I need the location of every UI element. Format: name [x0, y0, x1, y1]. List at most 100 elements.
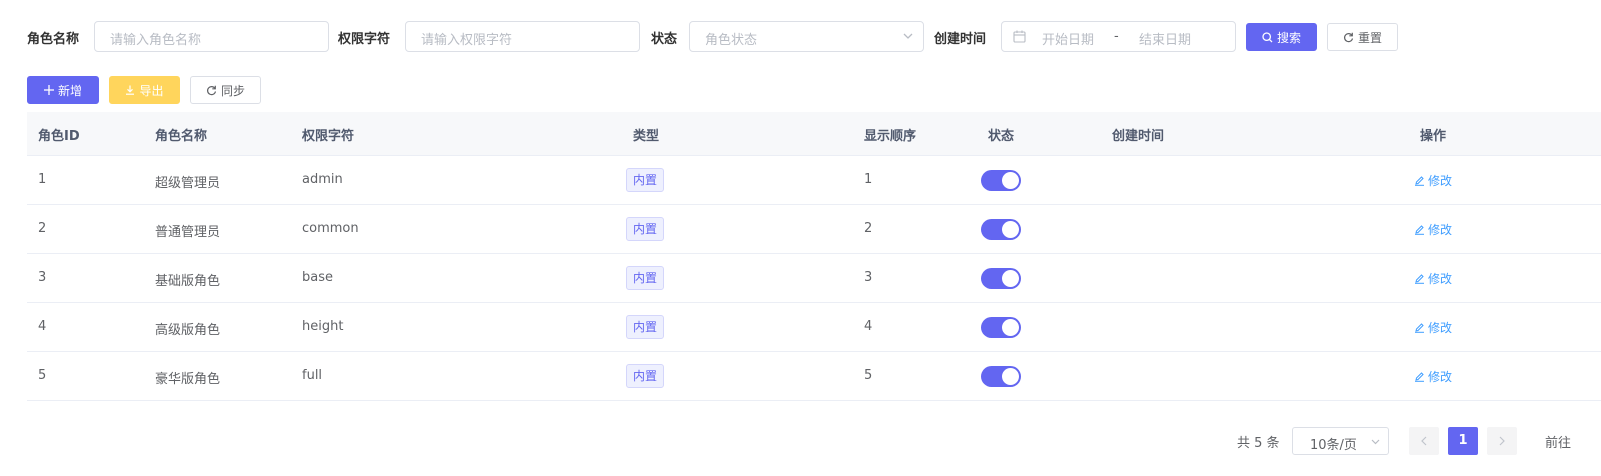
cell-role-id: 3: [38, 270, 47, 285]
edit-button-label: 修改: [1428, 223, 1453, 237]
start-date-input[interactable]: 开始日期: [1042, 29, 1094, 48]
reset-button-label: 重置: [1357, 30, 1382, 45]
goto-label: 前往: [1545, 436, 1572, 451]
toggle-knob: [1002, 172, 1019, 189]
perm-key-label: 权限字符: [338, 32, 391, 47]
plus-icon: [43, 85, 54, 95]
refresh-icon: [207, 85, 217, 95]
cell-sort: 4: [864, 319, 873, 334]
chevron-right-icon: [1499, 436, 1505, 446]
add-button-label: 新增: [57, 83, 82, 98]
search-button-label: 搜索: [1276, 30, 1301, 45]
status-select[interactable]: 角色状态: [689, 21, 924, 52]
edit-button-label: 修改: [1428, 321, 1453, 335]
search-icon: [1262, 31, 1273, 42]
status-toggle[interactable]: [981, 366, 1021, 387]
status-toggle[interactable]: [981, 268, 1021, 289]
status-select-placeholder: 角色状态: [705, 33, 758, 48]
add-button[interactable]: 新增: [27, 76, 99, 104]
cell-role-id: 4: [38, 319, 47, 334]
next-page-button[interactable]: [1487, 427, 1517, 455]
cell-sort: 2: [864, 221, 873, 236]
table-row: 5 豪华版角色 full 内置 5 修改: [27, 352, 1601, 401]
chevron-left-icon: [1421, 436, 1427, 446]
table-header: 角色ID 角色名称 权限字符 类型 显示顺序 状态 创建时间 操作: [27, 112, 1601, 156]
reset-button[interactable]: 重置: [1327, 23, 1398, 51]
edit-button[interactable]: 修改: [1414, 270, 1452, 287]
edit-button[interactable]: 修改: [1414, 172, 1452, 189]
export-button-label: 导出: [139, 83, 164, 98]
page-size-value: 10条/页: [1310, 438, 1357, 453]
status-toggle[interactable]: [981, 317, 1021, 338]
edit-button-label: 修改: [1428, 272, 1453, 286]
edit-icon: [1415, 372, 1424, 382]
table-row: 1 超级管理员 admin 内置 1 修改: [27, 156, 1601, 205]
page-number-current[interactable]: 1: [1448, 427, 1478, 455]
header-role-id: 角色ID: [38, 129, 80, 144]
cell-role-id: 1: [38, 172, 47, 187]
cell-role-name: 普通管理员: [155, 225, 221, 240]
download-icon: [126, 85, 135, 95]
search-button[interactable]: 搜索: [1246, 23, 1317, 51]
status-label: 状态: [651, 32, 678, 47]
edit-button[interactable]: 修改: [1414, 368, 1452, 385]
cell-perm-key: base: [302, 270, 333, 285]
edit-button-label: 修改: [1428, 370, 1453, 384]
table-row: 3 基础版角色 base 内置 3 修改: [27, 254, 1601, 303]
table-row: 4 高级版角色 height 内置 4 修改: [27, 303, 1601, 352]
perm-key-input[interactable]: 请输入权限字符: [405, 21, 640, 52]
page-size-select[interactable]: 10条/页: [1292, 427, 1389, 455]
chevron-down-icon: [903, 33, 913, 39]
cell-perm-key: common: [302, 221, 359, 236]
sync-button[interactable]: 同步: [190, 76, 261, 104]
toggle-knob: [1002, 270, 1019, 287]
end-date-input[interactable]: 结束日期: [1139, 29, 1191, 48]
header-status: 状态: [988, 129, 1015, 144]
status-toggle[interactable]: [981, 170, 1021, 191]
edit-icon: [1415, 323, 1424, 333]
prev-page-button[interactable]: [1409, 427, 1439, 455]
export-button[interactable]: 导出: [109, 76, 180, 104]
toggle-knob: [1002, 368, 1019, 385]
edit-button[interactable]: 修改: [1414, 221, 1452, 238]
header-sort: 显示顺序: [864, 129, 917, 144]
type-tag: 内置: [626, 364, 665, 388]
cell-role-id: 5: [38, 368, 47, 383]
roles-table: 角色ID 角色名称 权限字符 类型 显示顺序 状态 创建时间 操作 1 超级管理…: [27, 112, 1601, 401]
type-tag: 内置: [626, 315, 665, 339]
calendar-icon: [1013, 30, 1026, 43]
role-name-label: 角色名称: [27, 32, 80, 47]
cell-perm-key: height: [302, 319, 344, 334]
role-name-placeholder: 请输入角色名称: [110, 33, 202, 48]
toggle-knob: [1002, 221, 1019, 238]
header-perm-key: 权限字符: [302, 129, 355, 144]
cell-role-name: 基础版角色: [155, 274, 221, 289]
type-tag: 内置: [626, 266, 665, 290]
edit-button[interactable]: 修改: [1414, 319, 1452, 336]
edit-icon: [1415, 274, 1424, 284]
cell-sort: 5: [864, 368, 873, 383]
edit-icon: [1415, 225, 1424, 235]
status-toggle[interactable]: [981, 219, 1021, 240]
role-name-input[interactable]: 请输入角色名称: [94, 21, 329, 52]
cell-role-id: 2: [38, 221, 47, 236]
chevron-down-icon: [1371, 439, 1380, 445]
date-range-picker[interactable]: 开始日期 - 结束日期: [1001, 21, 1236, 52]
cell-role-name: 豪华版角色: [155, 372, 221, 387]
cell-perm-key: full: [302, 368, 323, 383]
cell-sort: 3: [864, 270, 873, 285]
type-tag: 内置: [626, 168, 665, 192]
perm-key-placeholder: 请输入权限字符: [421, 33, 513, 48]
total-count: 共 5 条: [1237, 436, 1280, 451]
cell-perm-key: admin: [302, 172, 343, 187]
date-separator: -: [1114, 29, 1119, 44]
table-row: 2 普通管理员 common 内置 2 修改: [27, 205, 1601, 254]
cell-role-name: 高级版角色: [155, 323, 221, 338]
header-actions: 操作: [1420, 129, 1447, 144]
toggle-knob: [1002, 319, 1019, 336]
header-created: 创建时间: [1112, 129, 1165, 144]
refresh-icon: [1344, 32, 1354, 42]
edit-button-label: 修改: [1428, 174, 1453, 188]
edit-icon: [1415, 176, 1424, 186]
cell-sort: 1: [864, 172, 873, 187]
